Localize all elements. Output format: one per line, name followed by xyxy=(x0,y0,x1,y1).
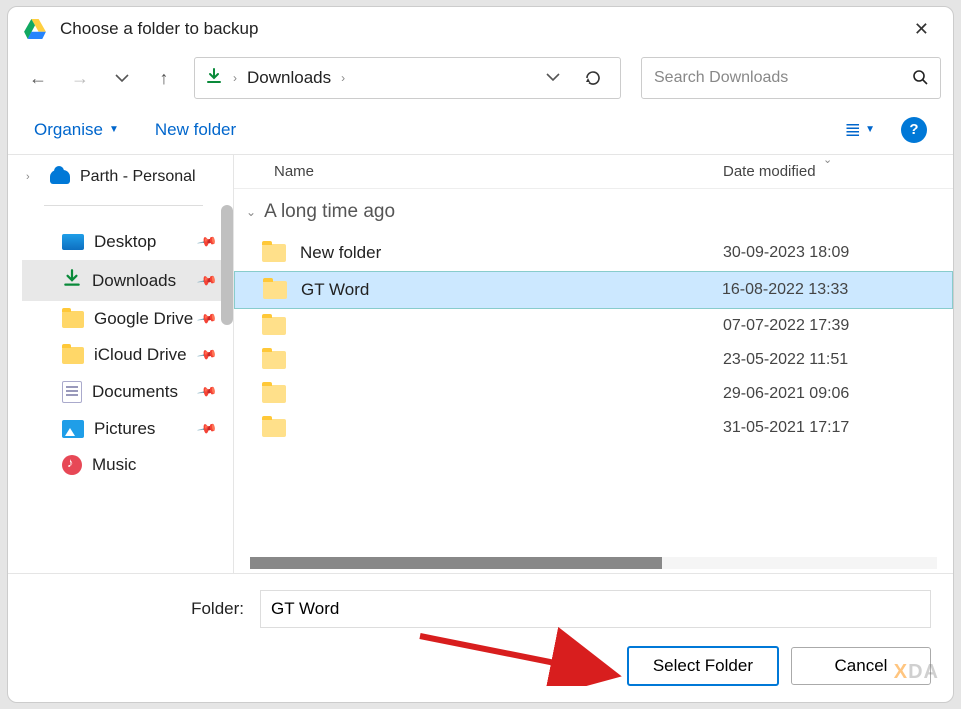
chevron-down-icon: ⌄ xyxy=(246,205,256,219)
folder-icon xyxy=(262,385,286,403)
sidebar: › Parth - Personal Desktop📌 Downloads📌 G… xyxy=(8,155,233,573)
search-box[interactable] xyxy=(641,57,941,99)
column-headers: Name ⌄Date modified xyxy=(234,155,953,189)
view-options-button[interactable]: ≣ ▼ xyxy=(844,117,875,142)
folder-row[interactable]: GT Word 16-08-2022 13:33 xyxy=(234,271,953,309)
folder-icon xyxy=(62,347,84,364)
search-input[interactable] xyxy=(654,69,912,87)
folder-date: 31-05-2021 17:17 xyxy=(723,419,953,437)
toolbar: Organise▼ New folder ≣ ▼ ? xyxy=(8,105,953,155)
folder-label: Folder: xyxy=(30,599,250,619)
sidebar-item-icloud-drive[interactable]: iCloud Drive📌 xyxy=(22,337,225,373)
folder-date: 23-05-2022 11:51 xyxy=(723,351,953,369)
desktop-icon xyxy=(62,234,84,250)
breadcrumb-dropdown-icon[interactable] xyxy=(546,69,560,87)
onedrive-icon xyxy=(50,170,70,184)
search-icon[interactable] xyxy=(912,69,928,88)
nav-row: ← → ↑ › Downloads › xyxy=(8,51,953,105)
pin-icon: 📌 xyxy=(196,418,218,440)
documents-icon xyxy=(62,381,82,403)
select-folder-button[interactable]: Select Folder xyxy=(627,646,779,686)
folder-row[interactable]: 31-05-2021 17:17 xyxy=(234,411,953,445)
title-bar: Choose a folder to backup ✕ xyxy=(8,7,953,51)
folder-picker-dialog: Choose a folder to backup ✕ ← → ↑ › Down… xyxy=(7,6,954,703)
folder-row[interactable]: 23-05-2022 11:51 xyxy=(234,343,953,377)
folder-icon xyxy=(262,351,286,369)
footer: Folder: Select Folder Cancel xyxy=(8,574,953,702)
pin-icon: 📌 xyxy=(196,381,218,403)
google-drive-icon xyxy=(24,19,46,39)
folder-icon xyxy=(262,419,286,437)
chevron-right-icon[interactable]: › xyxy=(26,171,40,183)
folder-date: 30-09-2023 18:09 xyxy=(723,244,953,262)
close-button[interactable]: ✕ xyxy=(906,15,937,44)
nav-back-button[interactable]: ← xyxy=(20,60,56,96)
annotation-arrow xyxy=(410,626,630,686)
chevron-right-icon: › xyxy=(233,71,237,85)
sidebar-item-downloads[interactable]: Downloads📌 xyxy=(22,260,225,301)
folder-icon xyxy=(262,244,286,262)
folder-name: New folder xyxy=(300,243,723,263)
pin-icon: 📌 xyxy=(196,308,218,330)
horizontal-scrollbar[interactable] xyxy=(250,557,937,569)
nav-forward-button[interactable]: → xyxy=(62,60,98,96)
column-date[interactable]: ⌄Date modified xyxy=(723,163,953,180)
sidebar-item-onedrive[interactable]: › Parth - Personal xyxy=(22,163,225,191)
sidebar-item-desktop[interactable]: Desktop📌 xyxy=(22,224,225,260)
folder-row[interactable]: 29-06-2021 09:06 xyxy=(234,377,953,411)
file-list-panel: Name ⌄Date modified ⌄ A long time ago Ne… xyxy=(233,155,953,573)
folder-icon xyxy=(262,317,286,335)
divider xyxy=(44,205,203,206)
breadcrumb[interactable]: › Downloads › xyxy=(194,57,621,99)
sidebar-item-google-drive[interactable]: Google Drive📌 xyxy=(22,301,225,337)
pin-icon: 📌 xyxy=(196,269,218,291)
folder-icon xyxy=(263,281,287,299)
sidebar-scrollbar[interactable] xyxy=(221,205,233,325)
downloads-icon xyxy=(62,268,82,293)
folder-name: GT Word xyxy=(301,280,722,300)
cancel-button[interactable]: Cancel xyxy=(791,647,931,685)
sort-indicator-icon: ⌄ xyxy=(823,155,832,166)
sidebar-item-documents[interactable]: Documents📌 xyxy=(22,373,225,411)
downloads-icon xyxy=(205,67,223,90)
pin-icon: 📌 xyxy=(196,231,218,253)
sidebar-item-music[interactable]: Music xyxy=(22,447,225,483)
column-name[interactable]: Name xyxy=(234,163,723,180)
nav-recent-dropdown[interactable] xyxy=(104,60,140,96)
music-icon xyxy=(62,455,82,475)
dialog-title: Choose a folder to backup xyxy=(60,19,906,39)
folder-date: 07-07-2022 17:39 xyxy=(723,317,953,335)
organise-menu[interactable]: Organise▼ xyxy=(34,120,119,140)
folder-date: 29-06-2021 09:06 xyxy=(723,385,953,403)
folder-name-input[interactable] xyxy=(260,590,931,628)
breadcrumb-location: Downloads xyxy=(247,68,331,88)
pin-icon: 📌 xyxy=(196,344,218,366)
chevron-right-icon: › xyxy=(341,71,345,85)
nav-up-button[interactable]: ↑ xyxy=(146,60,182,96)
new-folder-button[interactable]: New folder xyxy=(155,120,236,140)
refresh-button[interactable] xyxy=(576,61,610,95)
folder-row[interactable]: New folder 30-09-2023 18:09 xyxy=(234,235,953,271)
group-header[interactable]: ⌄ A long time ago xyxy=(234,189,953,235)
sidebar-item-pictures[interactable]: Pictures📌 xyxy=(22,411,225,447)
folder-date: 16-08-2022 13:33 xyxy=(722,281,952,299)
folder-icon xyxy=(62,311,84,328)
pictures-icon xyxy=(62,420,84,438)
help-button[interactable]: ? xyxy=(901,117,927,143)
folder-row[interactable]: 07-07-2022 17:39 xyxy=(234,309,953,343)
content-area: › Parth - Personal Desktop📌 Downloads📌 G… xyxy=(8,155,953,574)
